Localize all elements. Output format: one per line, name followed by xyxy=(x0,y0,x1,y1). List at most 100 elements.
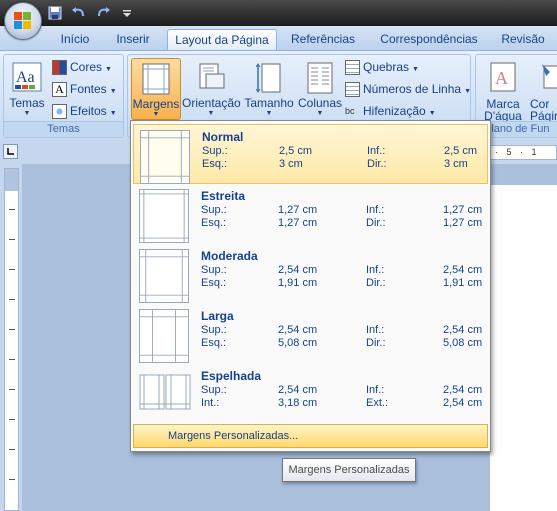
chevron-down-icon: ▼ xyxy=(207,110,215,117)
quick-access-toolbar xyxy=(46,3,136,23)
horizontal-ruler[interactable]: · 5 · 1 xyxy=(490,145,557,160)
svg-text:Aa: Aa xyxy=(16,69,35,86)
chevron-down-icon: ▼ xyxy=(412,66,419,73)
margins-dropdown: Normal Sup.: 2,5 cm Inf.: 2,5 cm Esq.: 3… xyxy=(130,120,491,452)
margin-option-normal[interactable]: Normal Sup.: 2,5 cm Inf.: 2,5 cm Esq.: 3… xyxy=(133,124,488,184)
tab-correspondencias[interactable]: Correspondências xyxy=(372,29,486,50)
cores-button[interactable]: Cores ▼ xyxy=(52,57,112,77)
fontes-icon: A xyxy=(52,82,67,98)
efeitos-button[interactable]: Efeitos ▼ xyxy=(52,101,117,121)
temas-group: Aa Temas ▼ Cores ▼ A Fontes ▼ Efeitos ▼ Tema… xyxy=(3,54,124,138)
efeitos-icon xyxy=(52,104,67,120)
chevron-down-icon: ▼ xyxy=(152,111,160,118)
tab-referencias[interactable]: Referências xyxy=(286,29,360,50)
tab-stop-icon xyxy=(7,148,14,155)
cores-label: Cores xyxy=(70,60,103,74)
narrow-margin-icon xyxy=(139,189,189,243)
hifenizacao-button[interactable]: bc Hifenização ▼ xyxy=(345,101,436,121)
quebras-label: Quebras xyxy=(363,60,410,74)
ruler-tick xyxy=(9,359,15,360)
redo-icon[interactable] xyxy=(94,4,112,22)
tamanho-button[interactable]: Tamanho ▼ xyxy=(242,58,296,120)
chevron-down-icon: ▼ xyxy=(265,110,273,117)
option-name: Moderada xyxy=(201,249,258,263)
temas-label: Temas xyxy=(9,96,45,110)
ruler-tick xyxy=(9,209,15,210)
colunas-button[interactable]: Colunas ▼ xyxy=(297,58,343,120)
temas-button[interactable]: Aa Temas ▼ xyxy=(6,58,48,120)
page-color-icon xyxy=(542,64,557,89)
cor-da-pagina-label: Cor Págin xyxy=(530,97,557,123)
fontes-label: Fontes xyxy=(70,82,107,96)
temas-icon: Aa xyxy=(12,62,42,92)
cor-da-pagina-button[interactable]: Cor Págin xyxy=(530,58,557,123)
ribbon-tabs: Início Inserir Layout da Página Referênc… xyxy=(0,26,557,50)
tab-selector[interactable] xyxy=(3,144,18,159)
temas-group-label: Temas xyxy=(4,121,123,137)
undo-icon[interactable] xyxy=(70,4,88,22)
vertical-ruler[interactable] xyxy=(4,168,19,511)
cores-icon xyxy=(52,60,67,76)
document-page[interactable] xyxy=(490,185,557,511)
ruler-tick xyxy=(9,419,15,420)
chevron-down-icon: ▼ xyxy=(109,110,117,117)
save-icon[interactable] xyxy=(46,4,64,22)
colunas-label: Colunas xyxy=(297,96,343,110)
title-bar xyxy=(0,0,557,26)
margin-option-moderada[interactable]: Moderada Sup.: 2,54 cm Inf.: 2,54 cm Esq… xyxy=(133,244,488,304)
ruler-tick xyxy=(9,329,15,330)
mirrored-margin-icon xyxy=(139,374,191,410)
chevron-down-icon: ▼ xyxy=(428,110,436,117)
quebras-button[interactable]: Quebras ▼ xyxy=(345,57,419,77)
chevron-down-icon: ▼ xyxy=(464,88,471,95)
tamanho-icon xyxy=(256,63,281,93)
ruler-tick xyxy=(9,239,15,240)
marca-dagua-label: Marca D'água xyxy=(484,97,522,123)
tab-layout-da-pagina[interactable]: Layout da Página xyxy=(167,29,277,50)
numeros-de-linha-button[interactable]: Números de Linha ▼ xyxy=(345,79,471,99)
tab-inicio[interactable]: Início xyxy=(52,29,98,50)
marca-dagua-button[interactable]: A Marca D'água xyxy=(478,58,528,123)
custom-margins-button[interactable]: Margens Personalizadas... xyxy=(133,424,488,448)
ruler-tick xyxy=(9,449,15,450)
customize-icon[interactable] xyxy=(118,4,136,22)
chevron-down-icon: ▼ xyxy=(109,88,117,95)
ruler-tick xyxy=(9,479,15,480)
colunas-icon xyxy=(307,62,333,94)
margens-button[interactable]: Margens ▼ xyxy=(131,58,181,120)
numeros-de-linha-label: Números de Linha xyxy=(363,82,462,96)
orientacao-button[interactable]: Orientação ▼ xyxy=(182,58,241,120)
option-name: Espelhada xyxy=(201,369,262,383)
wide-margin-icon xyxy=(139,309,189,363)
svg-text:A: A xyxy=(495,68,508,88)
line-numbers-icon xyxy=(345,82,360,98)
watermark-icon: A xyxy=(490,62,516,92)
tamanho-label: Tamanho xyxy=(244,96,294,110)
ruler-tick xyxy=(9,299,15,300)
orientacao-label: Orientação xyxy=(182,96,241,110)
normal-margin-icon xyxy=(140,130,190,184)
tab-inserir[interactable]: Inserir xyxy=(108,29,158,50)
quebras-icon xyxy=(345,60,360,76)
moderate-margin-icon xyxy=(139,249,189,303)
ruler-tick xyxy=(9,389,15,390)
margens-icon xyxy=(142,63,170,95)
efeitos-label: Efeitos xyxy=(70,104,107,118)
orientacao-icon xyxy=(199,63,225,89)
office-button[interactable] xyxy=(4,2,42,40)
option-name: Larga xyxy=(201,309,234,323)
option-name: Normal xyxy=(202,130,244,144)
hifenizacao-label: Hifenização xyxy=(363,104,426,118)
chevron-down-icon: ▼ xyxy=(23,110,31,117)
margin-option-larga[interactable]: Larga Sup.: 2,54 cm Inf.: 2,54 cm Esq.: … xyxy=(133,304,488,364)
hyphenation-icon: bc xyxy=(345,106,355,117)
option-name: Estreita xyxy=(201,189,246,203)
ruler-margin xyxy=(5,169,18,191)
margens-label: Margens xyxy=(132,97,180,111)
margin-option-estreita[interactable]: Estreita Sup.: 1,27 cm Inf.: 1,27 cm Esq… xyxy=(133,184,488,244)
chevron-down-icon: ▼ xyxy=(316,110,324,117)
office-logo-icon xyxy=(14,12,32,30)
margin-option-espelhada[interactable]: Espelhada Sup.: 2,54 cm Inf.: 2,54 cm In… xyxy=(133,364,488,424)
tab-revisao[interactable]: Revisão xyxy=(495,29,551,50)
fontes-button[interactable]: A Fontes ▼ xyxy=(52,79,117,99)
